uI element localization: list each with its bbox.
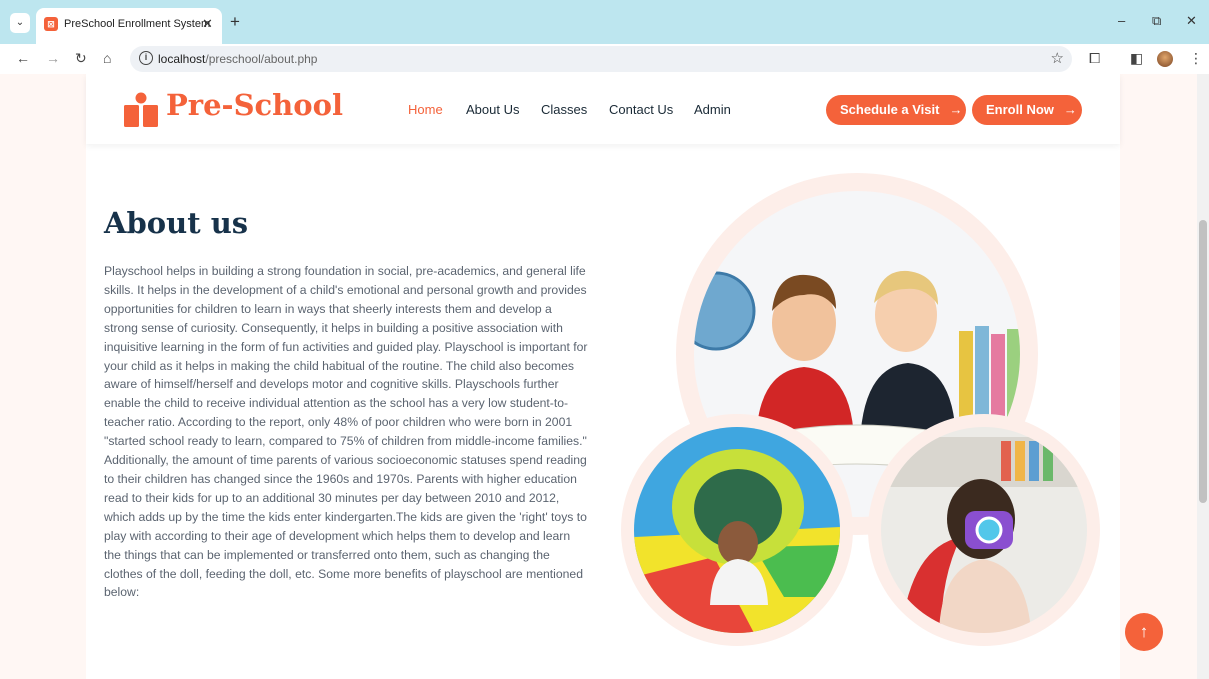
forward-icon[interactable]: → xyxy=(46,50,60,66)
page-viewport: Pre-School Home About Us Classes Contact… xyxy=(0,74,1209,679)
schedule-visit-button[interactable]: Schedule a Visit → xyxy=(826,95,966,125)
enroll-now-label: Enroll Now xyxy=(986,102,1054,117)
arrow-right-icon: → xyxy=(1063,102,1077,117)
back-to-top-button[interactable]: ↑ xyxy=(1125,613,1163,651)
nav-home[interactable]: Home xyxy=(408,102,443,117)
favicon-icon: ⊠ xyxy=(44,17,58,31)
address-bar-row: ← → ↻ ⌂ i localhost/preschool/about.php … xyxy=(0,44,1209,74)
tab-title: PreSchool Enrollment System xyxy=(64,18,211,30)
more-menu-icon[interactable]: ⋮ xyxy=(1189,50,1203,67)
home-icon[interactable]: ⌂ xyxy=(103,50,111,66)
site-navbar: Pre-School Home About Us Classes Contact… xyxy=(86,74,1120,144)
url-text: localhost/preschool/about.php xyxy=(158,52,318,66)
site-logo-text[interactable]: Pre-School xyxy=(166,88,343,122)
profile-avatar[interactable] xyxy=(1157,51,1173,67)
back-icon[interactable]: ← xyxy=(16,50,30,66)
page-content: Pre-School Home About Us Classes Contact… xyxy=(86,74,1120,679)
browser-tab-bar: ⌄ ⊠ PreSchool Enrollment System ✕ + – ⧉ … xyxy=(0,0,1209,44)
side-panel-icon[interactable]: ◧ xyxy=(1130,50,1143,67)
nav-contact-us[interactable]: Contact Us xyxy=(609,102,673,117)
nav-classes[interactable]: Classes xyxy=(541,102,587,117)
bookmark-star-icon[interactable]: ☆ xyxy=(1051,49,1064,67)
arrow-right-icon: → xyxy=(949,102,963,117)
nav-admin[interactable]: Admin xyxy=(694,102,731,117)
enroll-now-button[interactable]: Enroll Now → xyxy=(972,95,1082,125)
schedule-visit-label: Schedule a Visit xyxy=(840,102,940,117)
extensions-icon[interactable]: ⧠ xyxy=(1089,50,1100,67)
nav-about-us[interactable]: About Us xyxy=(466,102,519,117)
restore-icon[interactable]: ⧉ xyxy=(1152,13,1161,29)
close-window-icon[interactable]: ✕ xyxy=(1186,13,1197,29)
child-tunnel-photo xyxy=(634,427,840,633)
scrollbar-thumb[interactable] xyxy=(1199,220,1207,503)
about-paragraph: Playschool helps in building a strong fo… xyxy=(104,264,588,600)
browser-tab[interactable]: ⊠ PreSchool Enrollment System ✕ xyxy=(36,8,222,44)
new-tab-icon[interactable]: + xyxy=(230,13,240,31)
site-info-icon[interactable]: i xyxy=(139,51,153,65)
close-tab-icon[interactable]: ✕ xyxy=(202,16,213,32)
girl-camera-photo xyxy=(881,427,1087,633)
logo-icon xyxy=(124,92,158,127)
minimize-icon[interactable]: – xyxy=(1118,13,1125,28)
tab-search-menu-icon[interactable]: ⌄ xyxy=(10,13,30,33)
about-heading: About us xyxy=(104,206,249,240)
url-bar[interactable]: i localhost/preschool/about.php ☆ xyxy=(130,46,1072,72)
page-scrollbar[interactable] xyxy=(1197,74,1209,679)
reload-icon[interactable]: ↻ xyxy=(75,50,87,67)
